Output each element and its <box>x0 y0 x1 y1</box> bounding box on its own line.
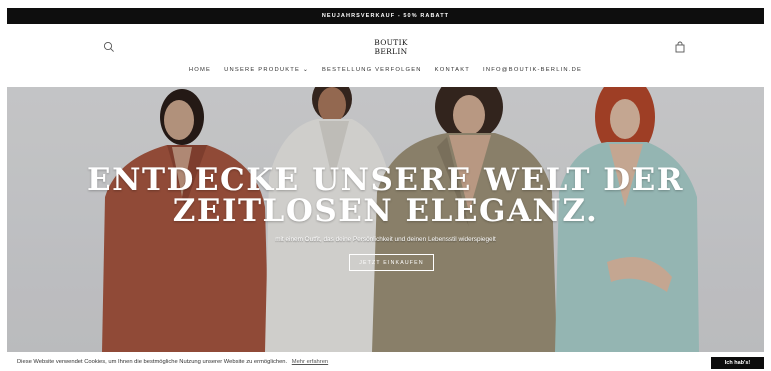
nav-item-contact[interactable]: KONTAKT <box>435 67 470 73</box>
hero-banner: ENTDECKE UNSERE WELT DER ZEITLOSEN ELEGA… <box>7 87 764 352</box>
hero-headline-line-2: ZEITLOSEN ELEGANZ. <box>172 193 599 229</box>
cookie-banner: Diese Website verwendet Cookies, um Ihne… <box>0 352 771 371</box>
nav-item-products[interactable]: UNSERE PRODUKTE ⌄ <box>224 67 309 73</box>
shopping-bag-icon[interactable] <box>674 41 686 53</box>
announcement-text: NEUJAHRSVERKAUF - 50% RABATT <box>321 13 450 19</box>
announcement-bar: NEUJAHRSVERKAUF - 50% RABATT <box>7 8 764 24</box>
cookie-message: Diese Website verwendet Cookies, um Ihne… <box>17 359 328 365</box>
hero-headline-line-1: ENTDECKE UNSERE WELT DER <box>87 162 684 198</box>
main-navigation: HOME UNSERE PRODUKTE ⌄ BESTELLUNG VERFOL… <box>7 67 764 73</box>
nav-item-email[interactable]: INFO@BOUTIK-BERLIN.DE <box>483 67 582 73</box>
logo-line-2: BERLIN <box>374 46 408 56</box>
site-logo[interactable]: BOUTIK BERLIN <box>361 38 421 56</box>
hero-subline: mit einem Outfit, das deine Persönlichke… <box>275 236 496 243</box>
cookie-learn-more-link[interactable]: Mehr erfahren <box>292 359 328 365</box>
cookie-text: Diese Website verwendet Cookies, um Ihne… <box>17 359 288 365</box>
hero-headline: ENTDECKE UNSERE WELT DER ZEITLOSEN ELEGA… <box>7 165 764 227</box>
shop-now-button[interactable]: JETZT EINKAUFEN <box>349 254 434 271</box>
nav-item-home[interactable]: HOME <box>189 67 211 73</box>
nav-item-track-order[interactable]: BESTELLUNG VERFOLGEN <box>322 67 422 73</box>
search-icon[interactable] <box>103 41 115 53</box>
cookie-accept-button[interactable]: Ich hab's! <box>711 357 764 369</box>
site-header: BOUTIK BERLIN HOME UNSERE PRODUKTE ⌄ BES… <box>7 24 764 86</box>
